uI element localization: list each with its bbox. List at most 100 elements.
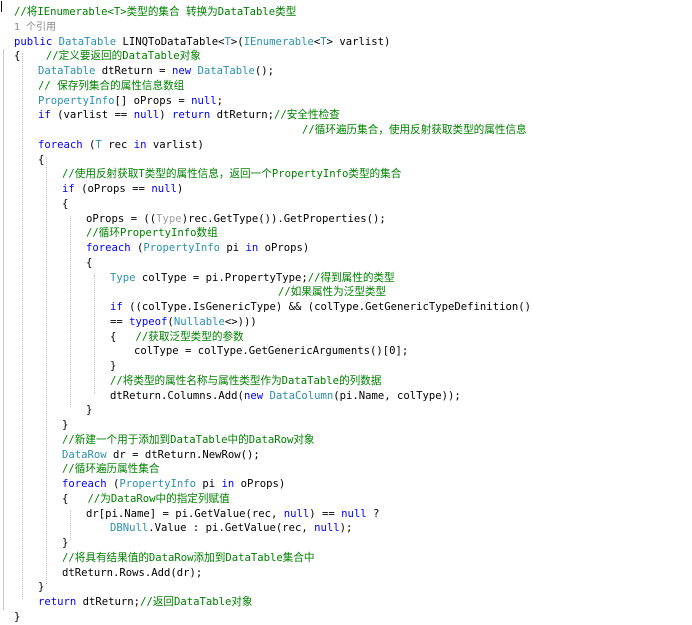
code-line[interactable]: //如果属性为泛型类型 — [278, 285, 386, 300]
code-comment: //将类型的属性名称与属性类型作为DataTable的列数据 — [110, 374, 382, 387]
code-comment: //获取泛型类型的参数 — [135, 330, 244, 343]
code-keyword: foreach — [86, 242, 131, 254]
code-line[interactable]: DBNull.Value : pi.GetValue(rec, null); — [110, 521, 352, 536]
code-line[interactable]: { — [38, 153, 44, 168]
code-token: .Value : pi.GetValue(rec, — [148, 522, 315, 535]
reference-count-link[interactable]: 1 个引用 — [14, 22, 56, 33]
code-keyword: null — [133, 109, 160, 122]
code-line[interactable]: //使用反射获取T类型的属性信息，返回一个PropertyInfo类型的集合 — [62, 167, 401, 182]
code-token: colType = colType.GetGenericArguments()[… — [134, 345, 409, 358]
code-keyword: null — [151, 183, 177, 195]
code-token: oProps) — [258, 242, 310, 254]
code-token: ) — [176, 183, 184, 195]
code-token: } — [110, 360, 117, 372]
code-keyword: return — [38, 596, 77, 608]
code-line[interactable]: oProps = ((Type)rec.GetType()).GetProper… — [86, 212, 386, 227]
code-line[interactable]: //将具有结果值的DataRow添加到DataTable集合中 — [62, 551, 315, 566]
code-line[interactable]: dtReturn.Rows.Add(dr); — [62, 566, 202, 581]
code-keyword: return — [171, 109, 211, 122]
code-type: DataTable — [38, 65, 96, 77]
code-line[interactable]: //循环PropertyInfo数组 — [86, 226, 218, 241]
text-caret — [1, 1, 2, 12]
code-token: dtReturn = — [95, 65, 172, 77]
code-line[interactable]: } — [110, 359, 116, 374]
code-line[interactable]: colType = colType.GetGenericArguments()[… — [134, 344, 408, 359]
code-line[interactable]: //将类型的属性名称与属性类型作为DataTable的列数据 — [110, 374, 381, 389]
code-line[interactable]: // 保存列集合的属性信息数组 — [38, 79, 184, 94]
code-line[interactable]: { //获取泛型类型的参数 — [110, 330, 244, 345]
code-token: > varlist) — [326, 35, 391, 48]
code-line[interactable]: } — [38, 580, 44, 595]
code-comment: //将具有结果值的DataRow添加到DataTable集合中 — [62, 551, 315, 564]
code-token: dtReturn.Columns.Add( — [110, 389, 244, 402]
code-comment: //循环PropertyInfo数组 — [86, 227, 218, 240]
code-line[interactable]: dtReturn.Columns.Add(new DataColumn(pi.N… — [110, 389, 461, 404]
code-keyword: in — [245, 242, 259, 254]
code-line[interactable]: { //定义要返回的DataTable对象 — [14, 49, 201, 64]
code-line[interactable]: //循环遍历集合，使用反射获取类型的属性信息 — [302, 123, 527, 138]
code-token: ); — [339, 522, 353, 535]
code-line[interactable]: if (oProps == null) — [62, 182, 183, 197]
code-token: ? — [366, 507, 380, 520]
code-line[interactable]: //循环遍历属性集合 — [62, 462, 160, 477]
code-keyword: null — [314, 522, 340, 535]
code-token: dtReturn; — [76, 596, 141, 608]
code-type: Nullable — [173, 315, 225, 328]
code-comment: //为DataRow中的指定列赋值 — [87, 492, 230, 505]
code-line[interactable]: foreach (PropertyInfo pi in oProps) — [86, 241, 309, 256]
code-line[interactable]: } — [62, 536, 68, 551]
code-type: DataColumn — [269, 389, 334, 402]
code-line[interactable]: 1 个引用 — [14, 20, 56, 35]
code-token: [] oProps = — [114, 94, 192, 107]
code-line[interactable]: if (varlist == null) return dtReturn;//安… — [38, 108, 340, 123]
code-line[interactable]: PropertyInfo[] oProps = null; — [38, 94, 223, 109]
code-keyword: null — [283, 507, 310, 520]
fold-margin — [3, 49, 10, 610]
code-line[interactable]: foreach (T rec in varlist) — [38, 138, 204, 153]
code-keyword: if — [62, 183, 75, 195]
code-token: LINQToDataTable< — [116, 35, 225, 48]
code-line[interactable]: //新建一个用于添加到DataTable中的DataRow对象 — [62, 433, 315, 448]
code-token: (pi.Name, colType)); — [333, 389, 461, 402]
code-line[interactable]: //将IEnumerable<T>类型的集合 转换为DataTable类型 — [14, 5, 296, 20]
code-line[interactable]: } — [62, 418, 68, 433]
code-keyword: null — [191, 94, 217, 107]
code-comment: //得到属性的类型 — [307, 271, 395, 284]
code-line[interactable]: } — [14, 610, 20, 625]
code-comment: //使用反射获取T类型的属性信息，返回一个PropertyInfo类型的集合 — [62, 168, 402, 181]
code-line[interactable]: if ((colType.IsGenericType) && (colType.… — [110, 300, 531, 315]
code-comment: //新建一个用于添加到DataTable中的DataRow对象 — [62, 433, 315, 446]
code-line[interactable]: dr[pi.Name] = pi.GetValue(rec, null) == … — [86, 507, 379, 522]
code-line[interactable]: { //为DataRow中的指定列赋值 — [62, 492, 230, 507]
code-line[interactable]: public DataTable LINQToDataTable<T>(IEnu… — [14, 35, 390, 50]
code-token: varlist) — [146, 138, 204, 151]
code-comment: // 保存列集合的属性信息数组 — [38, 79, 185, 92]
code-token: rec — [101, 138, 134, 151]
code-keyword: foreach — [62, 478, 107, 490]
code-line[interactable]: { — [86, 256, 92, 271]
code-keyword: in — [133, 138, 147, 151]
code-line[interactable]: foreach (PropertyInfo pi in oProps) — [62, 477, 285, 492]
code-token: ) — [159, 109, 172, 122]
code-token: } — [86, 404, 93, 417]
code-keyword: new — [171, 65, 192, 77]
code-token: >( — [230, 35, 244, 48]
code-token: == — [110, 315, 130, 328]
code-token: { — [38, 153, 45, 166]
code-line[interactable]: DataRow dr = dtReturn.NewRow(); — [62, 448, 260, 463]
code-editor[interactable]: //将IEnumerable<T>类型的集合 转换为DataTable类型 1 个… — [0, 0, 692, 623]
code-token: pi — [195, 478, 222, 490]
code-line[interactable]: DataTable dtReturn = new DataTable(); — [38, 64, 274, 79]
code-line[interactable]: } — [86, 403, 92, 418]
code-token: (oProps == — [74, 183, 152, 195]
code-token: ; — [216, 94, 223, 107]
code-line[interactable]: { — [62, 197, 68, 212]
code-type: PropertyInfo — [38, 94, 115, 107]
code-line[interactable]: return dtReturn;//返回DataTable对象 — [38, 595, 253, 610]
code-type: DBNull — [110, 522, 149, 535]
code-token: dr = dtReturn.NewRow(); — [106, 448, 260, 461]
code-line[interactable]: Type colType = pi.PropertyType;//得到属性的类型 — [110, 271, 395, 286]
code-line[interactable]: == typeof(Nullable<>))) — [110, 315, 257, 330]
